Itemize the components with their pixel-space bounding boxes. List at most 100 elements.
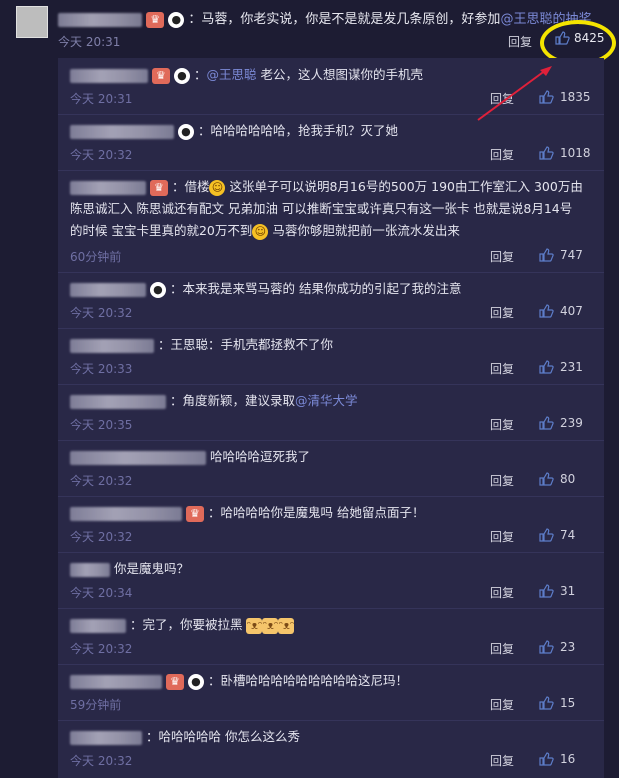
comment-thread: ♛ ● ：马蓉，你老实说，你是不是就是发几条原创，好参加@王思聪的抽奖 今天 2… (0, 0, 619, 778)
laughing-emoji-icon: ☺ (209, 179, 226, 196)
blurred-username[interactable] (70, 338, 154, 353)
thumbs-up-icon (539, 248, 554, 262)
reply-button[interactable]: 回复 (490, 360, 514, 377)
blurred-username[interactable] (70, 730, 142, 745)
panda-emoji-icon: ● (173, 67, 190, 84)
like-button[interactable]: 16 (538, 751, 575, 767)
blurred-username[interactable] (58, 12, 142, 27)
timestamp: 今天 20:32 (70, 474, 133, 488)
red-arrow-annotation (477, 66, 552, 121)
panda-emoji-icon: ● (168, 11, 185, 28)
like-button[interactable]: 747 (538, 247, 583, 263)
list-item: ● ：本来我是来骂马蓉的 结果你成功的引起了我的注意 今天 20:32 回复 4… (58, 272, 604, 329)
blurred-username[interactable] (70, 674, 162, 689)
timestamp: 今天 20:34 (70, 586, 133, 600)
vip-icon: ♛ (149, 179, 168, 196)
reply-button[interactable]: 回复 (490, 584, 514, 601)
panda-emoji-icon: ● (177, 123, 194, 140)
reply-text: 哈哈哈哈逗死我了 (70, 446, 594, 468)
panda-emoji-icon: ● (149, 281, 166, 298)
reply-button[interactable]: 回复 (490, 752, 514, 769)
reply-button[interactable]: 回复 (490, 248, 514, 265)
like-button[interactable]: 80 (538, 471, 575, 487)
blurred-username[interactable] (70, 618, 126, 633)
like-button[interactable]: 1018 (538, 145, 591, 161)
reply-text: 你是魔鬼吗？ (70, 558, 594, 580)
thumbs-up-icon (539, 416, 554, 430)
like-button[interactable]: 74 (538, 527, 575, 543)
like-button[interactable]: 407 (538, 303, 583, 319)
blurred-username[interactable] (70, 562, 110, 577)
like-count: 407 (560, 304, 583, 318)
thumbs-up-icon (539, 472, 554, 486)
like-button[interactable]: 15 (538, 695, 575, 711)
reply-list: ♛ ● ：@王思聪 老公，这人想图谋你的手机壳 今天 20:31 回复 1835… (58, 58, 604, 778)
avatar[interactable] (16, 6, 48, 38)
like-count: 80 (560, 472, 576, 486)
reply-button[interactable]: 回复 (490, 472, 514, 489)
thumbs-up-icon (539, 146, 554, 160)
reply-button[interactable]: 回复 (490, 416, 514, 433)
like-button[interactable]: 31 (538, 583, 575, 599)
timestamp: 今天 20:31 (58, 35, 121, 49)
reply-text: ：完了，你要被拉黑 ᵔᴥᵔᵔᴥᵔᵔᴥᵔ (70, 614, 594, 636)
mention-link[interactable]: @清华大学 (295, 393, 358, 408)
blurred-username[interactable] (70, 68, 148, 83)
list-item: ♛ ：借楼 ☺ 这张单子可以说明8月16号的500万 190由工作室汇入 300万… (58, 170, 604, 273)
blurred-username[interactable] (70, 450, 206, 465)
reply-text: ♛ ：借楼 ☺ 这张单子可以说明8月16号的500万 190由工作室汇入 300万… (70, 179, 583, 240)
list-item: 哈哈哈哈逗死我了 今天 20:32 回复 80 (58, 440, 604, 497)
like-count: 15 (560, 696, 576, 710)
reply-button[interactable]: 回复 (490, 304, 514, 321)
reply-button[interactable]: 回复 (490, 528, 514, 545)
reply-button[interactable]: 回复 (508, 33, 532, 50)
blurred-username[interactable] (70, 124, 174, 139)
blurred-username[interactable] (70, 282, 146, 297)
reply-text: ：角度新颖，建议录取@清华大学 (70, 390, 594, 412)
like-button[interactable]: 23 (538, 639, 575, 655)
vip-icon: ♛ (146, 11, 165, 28)
blurred-username[interactable] (70, 180, 146, 195)
vip-icon: ♛ (151, 67, 170, 84)
thumbs-up-icon (539, 584, 554, 598)
like-count: 231 (560, 360, 583, 374)
panda-emoji-icon: ● (187, 673, 204, 690)
timestamp: 今天 20:32 (70, 306, 133, 320)
top-comment-text: ♛ ● ：马蓉，你老实说，你是不是就是发几条原创，好参加@王思聪的抽奖 (58, 8, 591, 28)
timestamp: 今天 20:32 (70, 148, 133, 162)
timestamp: 今天 20:32 (70, 642, 133, 656)
list-item: ♛ ● ：卧槽哈哈哈哈哈哈哈哈哈这尼玛！ 59分钟前 回复 15 (58, 664, 604, 721)
like-count: 23 (560, 640, 576, 654)
like-count: 747 (560, 248, 583, 262)
thumbs-up-icon (539, 304, 554, 318)
list-item: 你是魔鬼吗？ 今天 20:34 回复 31 (58, 552, 604, 609)
reply-text: ：哈哈哈哈哈 你怎么这么秀 (70, 726, 594, 748)
like-count: 16 (560, 752, 576, 766)
timestamp: 今天 20:31 (70, 92, 133, 106)
reply-text: ：王思聪：手机壳都拯救不了你 (70, 334, 594, 356)
blurred-username[interactable] (70, 506, 182, 521)
list-item: ：王思聪：手机壳都拯救不了你 今天 20:33 回复 231 (58, 328, 604, 385)
list-item: ：哈哈哈哈哈 你怎么这么秀 今天 20:32 回复 16 (58, 720, 604, 778)
timestamp: 59分钟前 (70, 698, 122, 712)
reply-button[interactable]: 回复 (490, 146, 514, 163)
mention-link[interactable]: @王思聪 (206, 67, 256, 82)
like-count: 74 (560, 528, 576, 542)
blurred-username[interactable] (70, 394, 166, 409)
list-item: ：完了，你要被拉黑 ᵔᴥᵔᵔᴥᵔᵔᴥᵔ 今天 20:32 回复 23 (58, 608, 604, 665)
thumbs-up-icon (539, 696, 554, 710)
cat-emoji-icon: ᵔᴥᵔ (246, 617, 263, 634)
like-button[interactable]: 231 (538, 359, 583, 375)
thumbs-up-icon (539, 752, 554, 766)
reply-text: ● ：本来我是来骂马蓉的 结果你成功的引起了我的注意 (70, 278, 594, 300)
like-button[interactable]: 239 (538, 415, 583, 431)
reply-button[interactable]: 回复 (490, 640, 514, 657)
list-item: ♛ ：哈哈哈哈你是魔鬼吗 给她留点面子！ 今天 20:32 回复 74 (58, 496, 604, 553)
thumbs-up-icon (539, 360, 554, 374)
reply-button[interactable]: 回复 (490, 696, 514, 713)
cat-emoji-icon: ᵔᴥᵔ (278, 617, 295, 634)
list-item: ：角度新颖，建议录取@清华大学 今天 20:35 回复 239 (58, 384, 604, 441)
reply-text: ♛ ：哈哈哈哈你是魔鬼吗 给她留点面子！ (70, 502, 594, 524)
timestamp: 60分钟前 (70, 250, 122, 264)
timestamp: 今天 20:35 (70, 418, 133, 432)
